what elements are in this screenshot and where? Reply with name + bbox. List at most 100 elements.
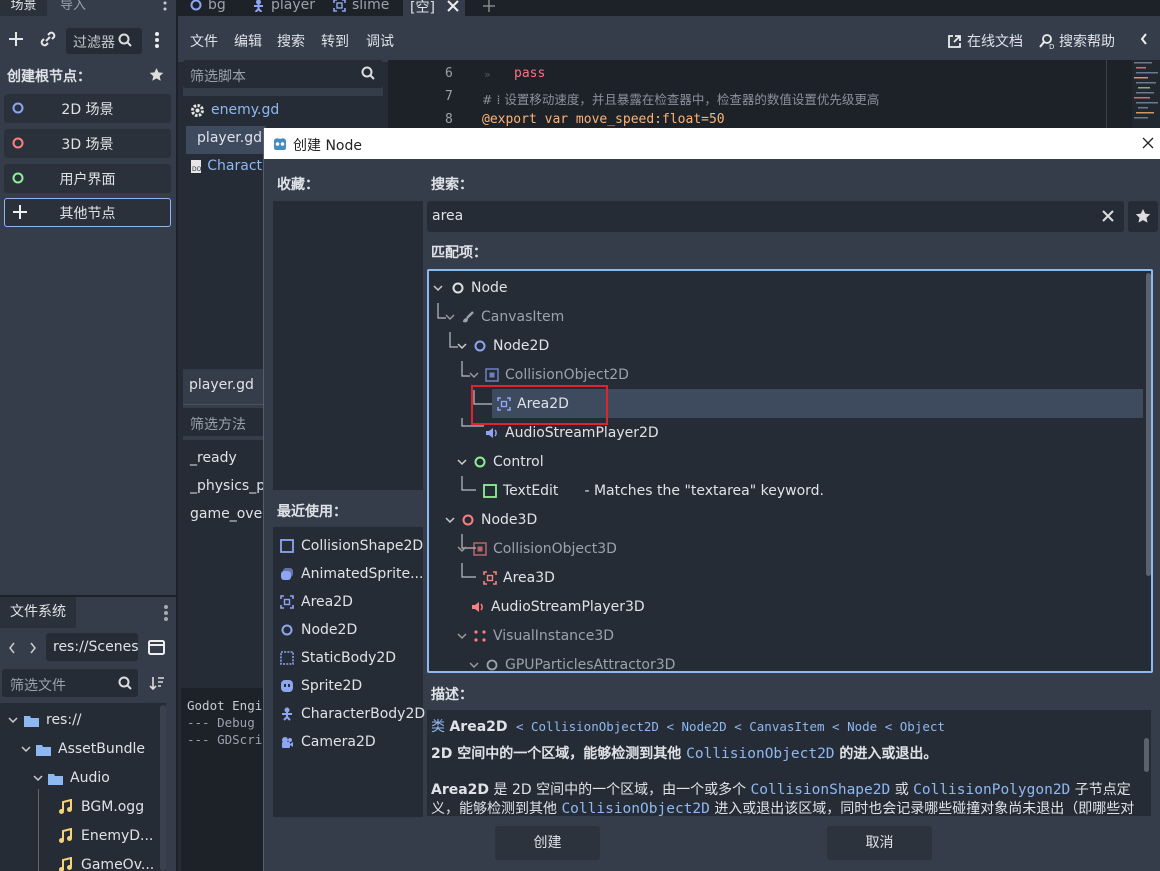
tab-slime[interactable]: slime bbox=[333, 0, 389, 13]
fs-scrollbar[interactable] bbox=[160, 705, 166, 871]
close-tab-icon[interactable] bbox=[447, 0, 459, 12]
tab-bg[interactable]: bg bbox=[190, 0, 226, 13]
fs-filter-input[interactable]: 筛选文件 bbox=[2, 669, 138, 697]
tree-row-canvasitem[interactable]: CanvasItem bbox=[445, 303, 564, 331]
scene-filter-input[interactable]: 过滤器 bbox=[66, 28, 142, 54]
recent-item-characterbody2d[interactable]: CharacterBody2D bbox=[280, 700, 425, 728]
tab-player[interactable]: player bbox=[252, 0, 315, 13]
highlight-box bbox=[471, 385, 608, 425]
tree-label: CanvasItem bbox=[481, 309, 565, 325]
online-docs-button[interactable]: 在线文档 bbox=[947, 31, 1023, 51]
fs-row-root[interactable]: res:// bbox=[8, 712, 82, 728]
fs-row-assetbundle[interactable]: AssetBundle bbox=[21, 741, 145, 757]
fs-path-field[interactable]: res://Scenes bbox=[46, 633, 138, 661]
fs-row-gameover[interactable]: GameOv... bbox=[58, 857, 154, 871]
root-other-button[interactable]: 其他节点 bbox=[4, 198, 171, 227]
recent-item-sprite2d[interactable]: Sprite2D bbox=[280, 672, 362, 700]
dialog-close-icon[interactable] bbox=[1142, 137, 1154, 149]
fs-tree: res:// AssetBundle Audio BGM.ogg EnemyD.… bbox=[0, 703, 166, 871]
search-help-button[interactable]: D 搜索帮助 bbox=[1039, 31, 1115, 51]
methods-filter-input[interactable]: 筛选方法 bbox=[183, 408, 263, 436]
fs-row-enemy[interactable]: EnemyD... bbox=[58, 828, 153, 844]
tree-row-area3d[interactable]: Area3D bbox=[483, 564, 555, 592]
menu-file[interactable]: 文件 bbox=[190, 31, 218, 51]
favorite-star-icon[interactable] bbox=[149, 67, 164, 82]
tab-scene[interactable]: 场景 bbox=[0, 0, 47, 16]
method-item[interactable]: game_over bbox=[190, 506, 263, 522]
tab-empty[interactable]: [空] bbox=[403, 0, 465, 16]
minimap[interactable] bbox=[1132, 60, 1160, 128]
script-filter-input[interactable]: 筛选脚本 bbox=[183, 60, 383, 88]
description-panel: 类 Area2D < CollisionObject2D < Node2D < … bbox=[427, 710, 1151, 816]
fs-menu-icon[interactable] bbox=[163, 605, 169, 621]
recent-label-text: CharacterBody2D bbox=[301, 706, 426, 722]
line-number: 6 bbox=[445, 66, 453, 81]
dock-menu-icon[interactable] bbox=[162, 0, 168, 14]
tab-import[interactable]: 导入 bbox=[60, 0, 100, 16]
collapse-icon[interactable] bbox=[1140, 32, 1148, 46]
method-item[interactable]: _ready bbox=[190, 450, 237, 466]
gear-icon bbox=[191, 103, 204, 117]
menu-goto[interactable]: 转到 bbox=[321, 31, 349, 51]
chevron-down-icon bbox=[469, 372, 479, 379]
clear-search-icon[interactable] bbox=[1102, 210, 1114, 222]
character-body-icon bbox=[282, 707, 292, 721]
cancel-button[interactable]: 取消 bbox=[827, 826, 932, 860]
tree-row-node[interactable]: Node bbox=[433, 274, 508, 302]
recent-item-collisionshape2d[interactable]: CollisionShape2D bbox=[280, 532, 423, 560]
tree-row-visualinstance3d[interactable]: VisualInstance3D bbox=[457, 622, 614, 650]
node-search-input[interactable]: area bbox=[427, 201, 1124, 232]
recent-item-animatedsprite[interactable]: AnimatedSprite... bbox=[280, 560, 423, 588]
desc-code[interactable]: CollisionPolygon2D bbox=[913, 782, 1070, 798]
tree-scrollbar[interactable] bbox=[1146, 273, 1151, 576]
tree-row-node2d[interactable]: Node2D bbox=[457, 332, 549, 360]
recent-item-camera2d[interactable]: Camera2D bbox=[280, 728, 376, 756]
tree-row-control[interactable]: Control bbox=[457, 448, 544, 476]
fs-row-bgm[interactable]: BGM.ogg bbox=[58, 799, 144, 815]
dialog-titlebar[interactable]: 创建 Node bbox=[264, 128, 1160, 159]
add-node-icon[interactable] bbox=[8, 31, 24, 47]
recent-item-node2d[interactable]: Node2D bbox=[280, 616, 357, 644]
root-ui-button[interactable]: 用户界面 bbox=[4, 164, 171, 193]
fs-row-audio[interactable]: Audio bbox=[33, 770, 110, 786]
add-tab-icon[interactable] bbox=[482, 0, 496, 12]
sort-icon[interactable] bbox=[149, 675, 165, 691]
method-item[interactable]: _physics_pr bbox=[190, 478, 263, 494]
tree-label: Area3D bbox=[503, 570, 555, 586]
filesystem-dock: 文件系统 res://Scenes 筛选文件 res:// AssetBundl… bbox=[0, 597, 176, 871]
back-icon[interactable] bbox=[8, 641, 16, 655]
script-item-player[interactable]: player.gd bbox=[190, 130, 262, 146]
desc-scrollbar[interactable] bbox=[1144, 738, 1149, 772]
tab-filesystem[interactable]: 文件系统 bbox=[0, 597, 76, 628]
tree-row-textedit[interactable]: TextEdit - Matches the "textarea" keywor… bbox=[483, 477, 824, 505]
visual-instance-icon bbox=[474, 630, 486, 642]
recent-item-area2d[interactable]: Area2D bbox=[280, 588, 353, 616]
recent-item-staticbody2d[interactable]: StaticBody2D bbox=[280, 644, 396, 672]
desc-code[interactable]: CollisionShape2D bbox=[751, 782, 891, 798]
script-item-label: player.gd bbox=[197, 130, 262, 146]
desc-inherits[interactable]: < CollisionObject2D < Node2D < CanvasIte… bbox=[516, 719, 945, 734]
godot-logo-icon bbox=[272, 136, 288, 151]
desc-text: 或 bbox=[894, 782, 909, 798]
menu-search[interactable]: 搜索 bbox=[277, 31, 305, 51]
create-button[interactable]: 创建 bbox=[495, 826, 600, 860]
desc-bold: Area2D bbox=[431, 782, 490, 798]
desc-code[interactable]: CollisionObject2D bbox=[561, 801, 709, 816]
forward-icon[interactable] bbox=[29, 641, 37, 655]
tree-row-node3d[interactable]: Node3D bbox=[445, 506, 537, 534]
link-icon[interactable] bbox=[40, 31, 56, 47]
script-item-character[interactable]: DOC Charact bbox=[190, 158, 262, 174]
more-vertical-icon[interactable] bbox=[154, 32, 160, 48]
menu-edit[interactable]: 编辑 bbox=[234, 31, 262, 51]
favorite-toggle-button[interactable] bbox=[1128, 201, 1158, 232]
split-view-icon[interactable] bbox=[148, 640, 165, 655]
chevron-down-icon bbox=[469, 662, 479, 669]
desc-brief-code[interactable]: CollisionObject2D bbox=[686, 746, 834, 762]
root-2d-scene-button[interactable]: 2D 场景 bbox=[4, 94, 171, 123]
tree-row-audiostreamplayer3d[interactable]: AudioStreamPlayer3D bbox=[471, 593, 645, 621]
menu-debug[interactable]: 调试 bbox=[366, 31, 394, 51]
root-3d-scene-button[interactable]: 3D 场景 bbox=[4, 129, 171, 158]
tree-row-gpuparticlesattractor3d[interactable]: GPUParticlesAttractor3D bbox=[469, 651, 675, 671]
tree-row-collisionobject3d[interactable]: CollisionObject3D bbox=[457, 535, 617, 563]
script-item-enemy[interactable]: enemy.gd bbox=[190, 102, 279, 118]
